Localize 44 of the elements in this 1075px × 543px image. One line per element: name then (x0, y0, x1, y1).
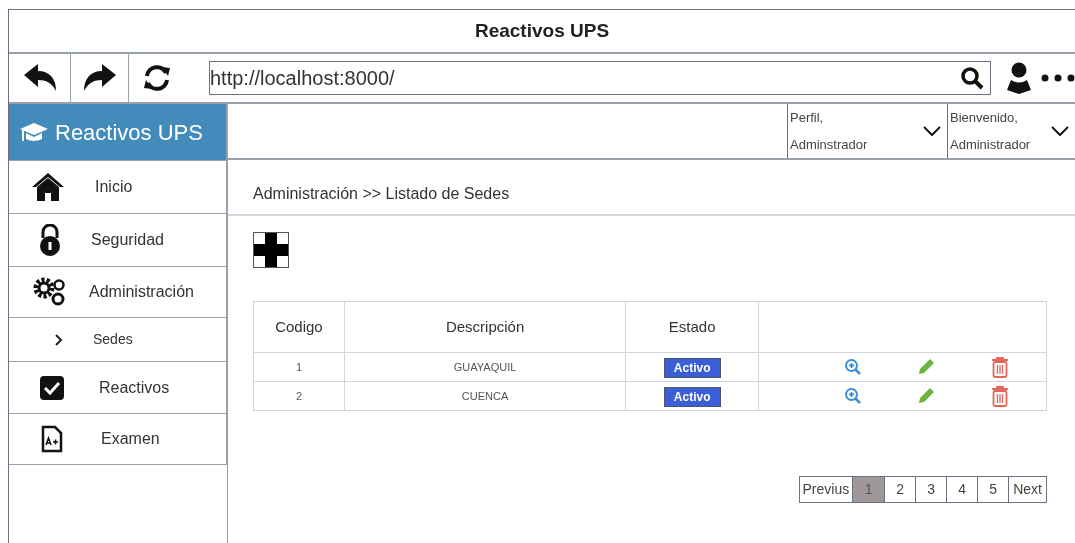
window-title: Reactivos UPS (474, 18, 610, 43)
trash-icon[interactable] (990, 385, 1011, 407)
sidebar-item[interactable]: Reactivos (9, 361, 227, 413)
column-header: Codigo (253, 301, 345, 353)
next-button[interactable]: Next (1008, 477, 1046, 502)
zoom-in-icon[interactable] (844, 387, 863, 405)
pencil-icon[interactable] (916, 386, 937, 406)
sidebar-item[interactable]: Administración (9, 266, 227, 317)
document-icon (41, 425, 63, 453)
house-icon (31, 172, 65, 202)
user-menu[interactable]: Perfil, Adminstrador (787, 104, 947, 158)
search-icon[interactable] (960, 66, 984, 90)
column-header: Descripción (344, 301, 626, 353)
url-field[interactable]: http://localhost:8000/ (209, 61, 991, 95)
refresh-icon[interactable] (141, 62, 173, 94)
status-badge: Activo (663, 358, 721, 378)
chevron-down-icon (923, 126, 941, 136)
pencil-icon[interactable] (916, 357, 937, 377)
table-cell: 2 (253, 381, 345, 411)
trash-icon[interactable] (990, 356, 1011, 378)
user-menu[interactable]: Bienvenido, Administrador (947, 104, 1075, 158)
status-badge: Activo (663, 387, 721, 407)
chevron-down-icon (1051, 126, 1069, 136)
more-icon[interactable] (1041, 74, 1075, 82)
forward-icon[interactable] (81, 63, 118, 93)
sidebar-item[interactable]: Seguridad (9, 213, 227, 266)
table-cell: GUAYAQUIL (344, 352, 626, 382)
column-header: Estado (625, 301, 759, 353)
table-cell: CUENCA (344, 381, 626, 411)
user-icon[interactable] (1005, 62, 1033, 94)
sidebar-item[interactable]: Examen (9, 413, 227, 464)
checkbox-icon (39, 374, 65, 401)
lock-icon (39, 224, 61, 256)
gears-icon (33, 277, 67, 307)
breadcrumb: Administración >> Listado de Sedes (253, 184, 510, 204)
table-cell: 1 (253, 352, 345, 382)
add-icon[interactable] (253, 232, 289, 268)
sidebar-item[interactable]: Inicio (9, 160, 227, 213)
brand-bar[interactable]: Reactivos UPS (9, 104, 227, 160)
graduation-cap-icon (19, 121, 49, 143)
chevron-right-icon (55, 333, 63, 346)
previous-button[interactable]: Previus (799, 477, 853, 502)
sidebar-item[interactable]: Sedes (9, 317, 227, 361)
zoom-in-icon[interactable] (844, 358, 863, 376)
